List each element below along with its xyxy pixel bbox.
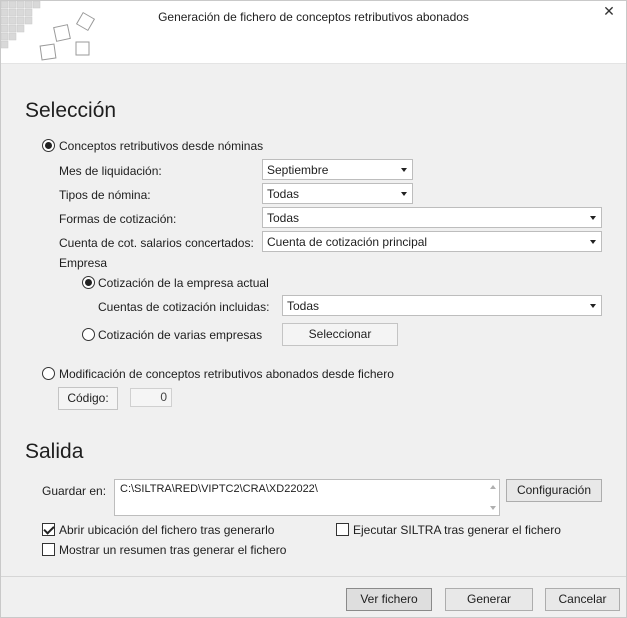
- salida-heading: Salida: [25, 440, 84, 463]
- mes-liquidacion-value: Septiembre: [267, 163, 329, 177]
- path-textarea[interactable]: C:\SILTRA\RED\VIPTC2\CRA\XD22022\: [114, 479, 500, 516]
- checkbox-mostrar-resumen-label[interactable]: Mostrar un resumen tras generar el fiche…: [59, 543, 286, 557]
- mes-liquidacion-label: Mes de liquidación:: [59, 164, 162, 178]
- dialog-content: Selección Conceptos retributivos desde n…: [1, 64, 626, 576]
- codigo-button[interactable]: Código:: [58, 387, 118, 410]
- seleccionar-button[interactable]: Seleccionar: [282, 323, 398, 346]
- generar-button[interactable]: Generar: [445, 588, 533, 611]
- tipos-nomina-select[interactable]: Todas: [262, 183, 413, 204]
- title-bar: Generación de fichero de conceptos retri…: [1, 1, 626, 63]
- radio-empresa-actual-label[interactable]: Cotización de la empresa actual: [98, 276, 269, 290]
- checkbox-ejecutar-siltra[interactable]: [336, 523, 349, 536]
- radio-modificacion-fichero-label[interactable]: Modificación de conceptos retributivos a…: [59, 367, 394, 381]
- chevron-down-icon: [590, 216, 596, 220]
- formas-cotizacion-value: Todas: [267, 211, 300, 225]
- chevron-down-icon: [401, 192, 407, 196]
- cuenta-salarios-value: Cuenta de cotización principal: [267, 235, 428, 249]
- close-icon[interactable]: ✕: [602, 4, 616, 18]
- radio-empresa-actual[interactable]: [82, 276, 95, 289]
- path-value: C:\SILTRA\RED\VIPTC2\CRA\XD22022\: [120, 483, 318, 495]
- cuentas-incluidas-value: Todas: [287, 299, 320, 313]
- checkbox-abrir-ubicacion[interactable]: [42, 523, 55, 536]
- tipos-nomina-value: Todas: [267, 187, 300, 201]
- checkbox-abrir-ubicacion-label[interactable]: Abrir ubicación del fichero tras generar…: [59, 523, 274, 537]
- chevron-down-icon: [401, 168, 407, 172]
- checkbox-ejecutar-siltra-label[interactable]: Ejecutar SILTRA tras generar el fichero: [353, 523, 561, 537]
- chevron-down-icon: [590, 240, 596, 244]
- empresa-label: Empresa: [59, 256, 108, 270]
- cuentas-incluidas-label: Cuentas de cotización incluidas:: [98, 300, 270, 314]
- dialog-window: Generación de fichero de conceptos retri…: [0, 0, 627, 618]
- configuracion-button[interactable]: Configuración: [506, 479, 602, 502]
- cuentas-incluidas-select[interactable]: Todas: [282, 295, 602, 316]
- radio-conceptos-nominas[interactable]: [42, 139, 55, 152]
- ver-fichero-button[interactable]: Ver fichero: [346, 588, 432, 611]
- checkbox-mostrar-resumen[interactable]: [42, 543, 55, 556]
- radio-varias-empresas-label[interactable]: Cotización de varias empresas: [98, 328, 262, 342]
- formas-cotizacion-label: Formas de cotización:: [59, 212, 177, 226]
- chevron-down-icon: [590, 304, 596, 308]
- scroll-up-icon[interactable]: [490, 485, 496, 489]
- cuenta-salarios-label: Cuenta de cot. salarios concertados:: [59, 236, 254, 250]
- mes-liquidacion-select[interactable]: Septiembre: [262, 159, 413, 180]
- window-title: Generación de fichero de conceptos retri…: [158, 10, 469, 24]
- cancelar-button[interactable]: Cancelar: [545, 588, 620, 611]
- tipos-nomina-label: Tipos de nómina:: [59, 188, 151, 202]
- radio-varias-empresas[interactable]: [82, 328, 95, 341]
- radio-conceptos-nominas-label[interactable]: Conceptos retributivos desde nóminas: [59, 139, 263, 153]
- formas-cotizacion-select[interactable]: Todas: [262, 207, 602, 228]
- codigo-field[interactable]: 0: [130, 388, 172, 407]
- dialog-footer: Ver fichero Generar Cancelar: [1, 576, 626, 617]
- guardar-en-label: Guardar en:: [42, 484, 107, 498]
- cuenta-salarios-select[interactable]: Cuenta de cotización principal: [262, 231, 602, 252]
- radio-modificacion-fichero[interactable]: [42, 367, 55, 380]
- seleccion-heading: Selección: [25, 99, 117, 122]
- scroll-down-icon[interactable]: [490, 506, 496, 510]
